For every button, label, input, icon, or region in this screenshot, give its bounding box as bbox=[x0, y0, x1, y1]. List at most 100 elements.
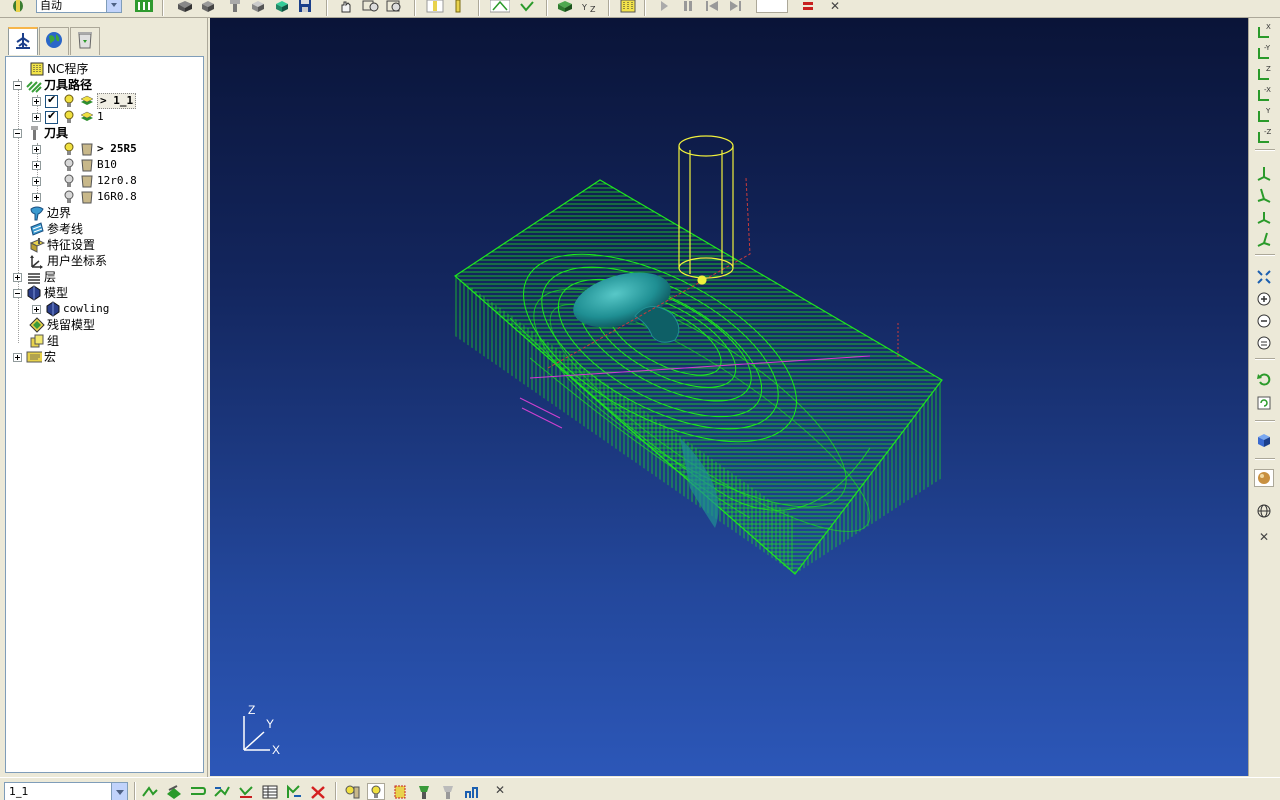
tree-item-tools[interactable]: 刀具 bbox=[13, 125, 68, 141]
step-icon[interactable] bbox=[728, 0, 744, 13]
leads-icon[interactable] bbox=[489, 0, 511, 13]
collapse-toggle[interactable] bbox=[13, 80, 22, 90]
zoom-out-icon[interactable] bbox=[1254, 312, 1274, 330]
expand-toggle[interactable] bbox=[32, 112, 41, 122]
zoom-fit-icon[interactable] bbox=[1254, 268, 1274, 286]
expand-toggle[interactable] bbox=[32, 304, 41, 314]
frame-input[interactable] bbox=[756, 0, 788, 13]
tree-item-models[interactable]: 模型 bbox=[13, 285, 68, 301]
tree-item-toolpath-1-1[interactable]: > 1_1 bbox=[32, 93, 137, 109]
zoom-in-icon[interactable] bbox=[1254, 290, 1274, 308]
tree-item-workplanes[interactable]: 用户坐标系 bbox=[29, 253, 107, 269]
active-tool-icon[interactable] bbox=[367, 783, 385, 800]
feedrate-icon[interactable] bbox=[213, 783, 231, 800]
holder-icon[interactable] bbox=[415, 783, 433, 800]
rewind-icon[interactable] bbox=[704, 0, 720, 13]
model-icon[interactable] bbox=[250, 0, 266, 13]
tool-icon[interactable] bbox=[227, 0, 243, 13]
expand-toggle[interactable] bbox=[13, 352, 22, 362]
shaded-cube-icon[interactable] bbox=[1254, 431, 1274, 449]
view-minus-z-icon[interactable]: -Z bbox=[1254, 127, 1274, 145]
expand-toggle[interactable] bbox=[32, 96, 41, 106]
save-icon[interactable] bbox=[297, 0, 313, 13]
nc-toolbar-icon[interactable] bbox=[134, 0, 153, 13]
shading-sphere-icon[interactable] bbox=[1254, 469, 1274, 487]
stock-icon[interactable] bbox=[176, 0, 192, 13]
close-icon[interactable]: ✕ bbox=[1254, 528, 1274, 546]
lightbulb-icon[interactable] bbox=[61, 93, 77, 109]
lightbulb-off-icon[interactable] bbox=[61, 157, 77, 173]
zoom-box-icon[interactable] bbox=[362, 0, 379, 13]
close-icon[interactable]: ✕ bbox=[491, 781, 509, 798]
iso3-icon[interactable] bbox=[1254, 208, 1274, 226]
tree-item-patterns[interactable]: 参考线 bbox=[29, 221, 83, 237]
tree-item-toolpath-1[interactable]: 1 bbox=[32, 109, 104, 125]
iso4-icon[interactable] bbox=[1254, 230, 1274, 248]
view-minus-y-icon[interactable]: -Y bbox=[1254, 43, 1274, 61]
tree-item-tool-25r5[interactable]: > 25R5 bbox=[32, 141, 137, 157]
verify-icon[interactable] bbox=[237, 783, 255, 800]
explorer-tab[interactable] bbox=[8, 27, 38, 55]
toolpath-display-icon[interactable] bbox=[426, 0, 444, 13]
view-y-icon[interactable]: Y bbox=[1254, 106, 1274, 124]
wireframe-globe-icon[interactable] bbox=[1254, 502, 1274, 520]
simulation-icon[interactable] bbox=[556, 0, 572, 13]
tree-item-tool-12r0-8[interactable]: 12r0.8 bbox=[32, 173, 137, 189]
lightbulb-off-icon[interactable] bbox=[61, 173, 77, 189]
view-x-icon[interactable]: X bbox=[1254, 22, 1274, 40]
tree-item-model-cowling[interactable]: cowling bbox=[32, 301, 109, 317]
toolpath-visible-checkbox[interactable] bbox=[45, 93, 58, 108]
shank-icon[interactable] bbox=[391, 783, 409, 800]
graphics-viewport[interactable]: Z Y X bbox=[210, 18, 1248, 776]
block-icon[interactable] bbox=[200, 0, 216, 13]
tree-item-toolpaths[interactable]: 刀具路径 bbox=[13, 77, 92, 93]
tree-item-nc-programs[interactable]: NC程序 bbox=[29, 61, 88, 77]
tree-item-feature-sets[interactable]: 特征设置 bbox=[29, 237, 95, 253]
undo-view-icon[interactable] bbox=[1254, 370, 1274, 388]
toolpath-visible-checkbox[interactable] bbox=[45, 109, 58, 124]
lightbulb-off-icon[interactable] bbox=[61, 189, 77, 205]
close-icon[interactable]: ✕ bbox=[830, 0, 846, 13]
lightbulb-icon[interactable] bbox=[61, 109, 77, 125]
tree-item-boundaries[interactable]: 边界 bbox=[29, 205, 71, 221]
tool-db-icon[interactable] bbox=[439, 783, 457, 800]
active-toolpath-select[interactable]: 1_1 bbox=[4, 782, 128, 800]
rotate-icon[interactable] bbox=[386, 0, 402, 13]
play-icon[interactable] bbox=[656, 0, 672, 13]
view-minus-x-icon[interactable]: -X bbox=[1254, 85, 1274, 103]
chevron-down-icon[interactable] bbox=[106, 0, 121, 12]
tool-display-icon[interactable] bbox=[343, 783, 361, 800]
lightbulb-icon[interactable] bbox=[61, 141, 77, 157]
table-icon[interactable] bbox=[261, 783, 279, 800]
pan-icon[interactable] bbox=[338, 0, 354, 13]
import-icon[interactable] bbox=[274, 0, 290, 13]
globe-tab[interactable] bbox=[39, 27, 69, 55]
tree-item-groups[interactable]: 组 bbox=[29, 333, 59, 349]
view-z-icon[interactable]: Z bbox=[1254, 64, 1274, 82]
iso1-icon[interactable] bbox=[1254, 164, 1274, 182]
refresh-icon[interactable] bbox=[1254, 394, 1274, 412]
toolpath-strategy-icon[interactable] bbox=[141, 783, 159, 800]
tick-icon[interactable] bbox=[519, 0, 535, 13]
expand-toggle[interactable] bbox=[32, 144, 41, 154]
collapse-toggle[interactable] bbox=[13, 288, 22, 298]
iso2-icon[interactable] bbox=[1254, 186, 1274, 204]
leads-links-icon[interactable] bbox=[189, 783, 207, 800]
tool-measure-icon[interactable] bbox=[463, 783, 481, 800]
expand-toggle[interactable] bbox=[32, 160, 41, 170]
tree-item-tool-b10[interactable]: B10 bbox=[32, 157, 117, 173]
expand-toggle[interactable] bbox=[32, 176, 41, 186]
tree-item-stock-models[interactable]: 残留模型 bbox=[29, 317, 95, 333]
pause-icon[interactable] bbox=[680, 0, 696, 13]
expand-toggle[interactable] bbox=[13, 272, 22, 282]
tree-item-levels[interactable]: 层 bbox=[13, 269, 56, 285]
cutter-icon[interactable] bbox=[452, 0, 468, 13]
toolpath-edit-icon[interactable] bbox=[165, 783, 183, 800]
tree-item-tool-16r0-8[interactable]: 16R0.8 bbox=[32, 189, 137, 205]
collapse-toggle[interactable] bbox=[13, 128, 22, 138]
zoom-previous-icon[interactable] bbox=[1254, 334, 1274, 352]
recycle-bin-tab[interactable] bbox=[70, 27, 100, 55]
transform-icon[interactable] bbox=[285, 783, 303, 800]
stop-icon[interactable] bbox=[800, 0, 816, 13]
mode-select[interactable]: 自动 bbox=[36, 0, 122, 13]
